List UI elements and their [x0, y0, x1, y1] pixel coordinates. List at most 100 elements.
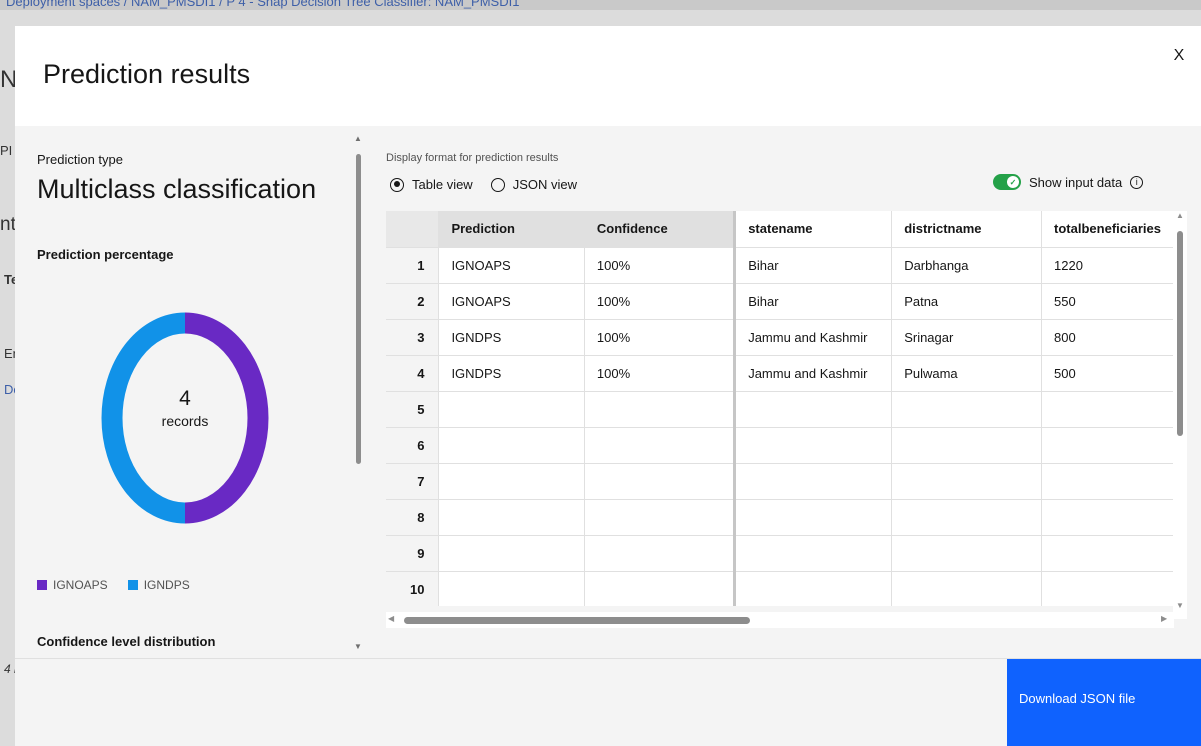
row-index: 5 — [386, 391, 440, 428]
cell-statename — [733, 427, 893, 464]
scrollbar-thumb[interactable] — [1177, 231, 1183, 436]
cell-totalbeneficiaries — [1041, 499, 1174, 536]
cell-totalbeneficiaries: 800 — [1041, 319, 1174, 356]
scroll-up-icon[interactable]: ▲ — [354, 134, 362, 143]
cell-totalbeneficiaries — [1041, 391, 1174, 428]
scroll-down-icon[interactable]: ▼ — [354, 642, 362, 651]
cell-prediction — [438, 571, 585, 606]
table-row: 3 IGNDPS 100% Jammu and Kashmir Srinagar 800 — [386, 319, 1174, 356]
cell-confidence: 100% — [584, 247, 736, 284]
results-table-container: Prediction Confidence statename district… — [386, 211, 1174, 606]
cell-prediction — [438, 463, 585, 500]
display-format-radio-group: Table view JSON view — [390, 177, 577, 192]
cell-confidence — [584, 571, 736, 606]
column-header-statename[interactable]: statename — [733, 211, 893, 248]
cell-totalbeneficiaries — [1041, 535, 1174, 572]
modal-title: Prediction results — [43, 59, 251, 89]
cell-totalbeneficiaries: 550 — [1041, 283, 1174, 320]
results-panel: Display format for prediction results Ta… — [372, 126, 1201, 658]
cell-statename — [733, 499, 893, 536]
cell-confidence — [584, 391, 736, 428]
show-input-data-label: Show input data — [1029, 174, 1123, 190]
row-index-header — [386, 211, 440, 248]
close-button[interactable]: X — [1169, 46, 1189, 66]
donut-record-unit: records — [161, 413, 209, 429]
donut-record-count: 4 — [179, 387, 191, 410]
prediction-donut-chart: 4 records — [95, 303, 275, 533]
cell-confidence — [584, 535, 736, 572]
table-row: 9 — [386, 535, 1174, 572]
row-index: 9 — [386, 535, 440, 572]
scroll-right-icon[interactable]: ▶ — [1161, 614, 1167, 623]
prediction-type-label: Prediction type — [37, 152, 123, 167]
cell-prediction: IGNDPS — [438, 319, 585, 356]
cell-districtname — [891, 463, 1043, 500]
modal-footer: Download JSON file — [15, 658, 1201, 746]
cell-prediction — [438, 499, 585, 536]
cell-totalbeneficiaries: 1220 — [1041, 247, 1174, 284]
cell-prediction: IGNDPS — [438, 355, 585, 392]
donut-legend: IGNOAPS IGNDPS — [37, 578, 190, 592]
cell-totalbeneficiaries: 500 — [1041, 355, 1174, 392]
scrollbar-thumb[interactable] — [356, 154, 361, 464]
cell-statename: Jammu and Kashmir — [733, 319, 893, 356]
download-json-button[interactable]: Download JSON file — [1007, 659, 1201, 746]
cell-totalbeneficiaries — [1041, 427, 1174, 464]
scroll-left-icon[interactable]: ◀ — [388, 614, 394, 623]
cell-totalbeneficiaries — [1041, 571, 1174, 606]
scroll-up-icon[interactable]: ▲ — [1176, 211, 1184, 220]
results-table: Prediction Confidence statename district… — [386, 211, 1174, 606]
legend-swatch — [37, 580, 47, 590]
cell-districtname: Pulwama — [891, 355, 1043, 392]
table-row: 4 IGNDPS 100% Jammu and Kashmir Pulwama 500 — [386, 355, 1174, 392]
row-index: 2 — [386, 283, 440, 320]
cell-statename: Bihar — [733, 247, 893, 284]
column-header-totalbeneficiaries[interactable]: totalbeneficiaries — [1041, 211, 1174, 248]
radio-unselected-icon — [490, 177, 505, 192]
confidence-distribution-label: Confidence level distribution — [37, 634, 216, 649]
cell-confidence — [584, 499, 736, 536]
table-row: 10 — [386, 571, 1174, 606]
show-input-data-toggle[interactable]: ✓ — [993, 174, 1021, 190]
cell-districtname: Darbhanga — [891, 247, 1043, 284]
cell-confidence: 100% — [584, 319, 736, 356]
cell-confidence: 100% — [584, 283, 736, 320]
row-index: 3 — [386, 319, 440, 356]
legend-label: IGNDPS — [143, 578, 190, 592]
cell-districtname: Patna — [891, 283, 1043, 320]
show-input-data-control: ✓ Show input data i — [993, 174, 1144, 190]
display-format-label: Display format for prediction results — [386, 152, 559, 164]
legend-item-igndps[interactable]: IGNDPS — [127, 578, 190, 592]
row-index: 6 — [386, 427, 440, 464]
background-breadcrumb: Deployment spaces / NAM_PMSDI1 / P 4 - S… — [6, 0, 520, 9]
table-row: 1 IGNOAPS 100% Bihar Darbhanga 1220 — [386, 247, 1174, 284]
scroll-down-icon[interactable]: ▼ — [1176, 601, 1184, 610]
radio-table-view[interactable]: Table view — [390, 177, 473, 192]
table-header-row: Prediction Confidence statename district… — [386, 211, 1174, 248]
row-index: 10 — [386, 571, 440, 606]
table-row: 7 — [386, 463, 1174, 500]
cell-districtname — [891, 391, 1043, 428]
legend-item-ignoaps[interactable]: IGNOAPS — [37, 578, 108, 592]
column-header-districtname[interactable]: districtname — [891, 211, 1043, 248]
column-header-prediction[interactable]: Prediction — [438, 211, 585, 248]
prediction-results-modal: Prediction results X Prediction type Mul… — [15, 26, 1201, 746]
table-vertical-scrollbar[interactable]: ▲ ▼ — [1173, 211, 1187, 619]
radio-json-view[interactable]: JSON view — [490, 177, 577, 192]
cell-districtname — [891, 571, 1043, 606]
summary-panel-scrollbar[interactable]: ▲ ▼ — [352, 134, 364, 654]
legend-label: IGNOAPS — [53, 578, 108, 592]
cell-prediction — [438, 427, 585, 464]
modal-header: Prediction results X — [15, 26, 1201, 126]
cell-totalbeneficiaries — [1041, 463, 1174, 500]
table-row: 2 IGNOAPS 100% Bihar Patna 550 — [386, 283, 1174, 320]
background-topbar: Deployment spaces / NAM_PMSDI1 / P 4 - S… — [0, 0, 1201, 10]
modal-body: Prediction type Multiclass classificatio… — [15, 126, 1201, 658]
row-index: 4 — [386, 355, 440, 392]
column-header-confidence[interactable]: Confidence — [584, 211, 736, 248]
table-horizontal-scrollbar[interactable]: ◀ ▶ — [386, 612, 1174, 628]
cell-districtname: Srinagar — [891, 319, 1043, 356]
cell-confidence — [584, 463, 736, 500]
info-icon[interactable]: i — [1130, 175, 1144, 189]
scrollbar-thumb[interactable] — [404, 617, 750, 624]
